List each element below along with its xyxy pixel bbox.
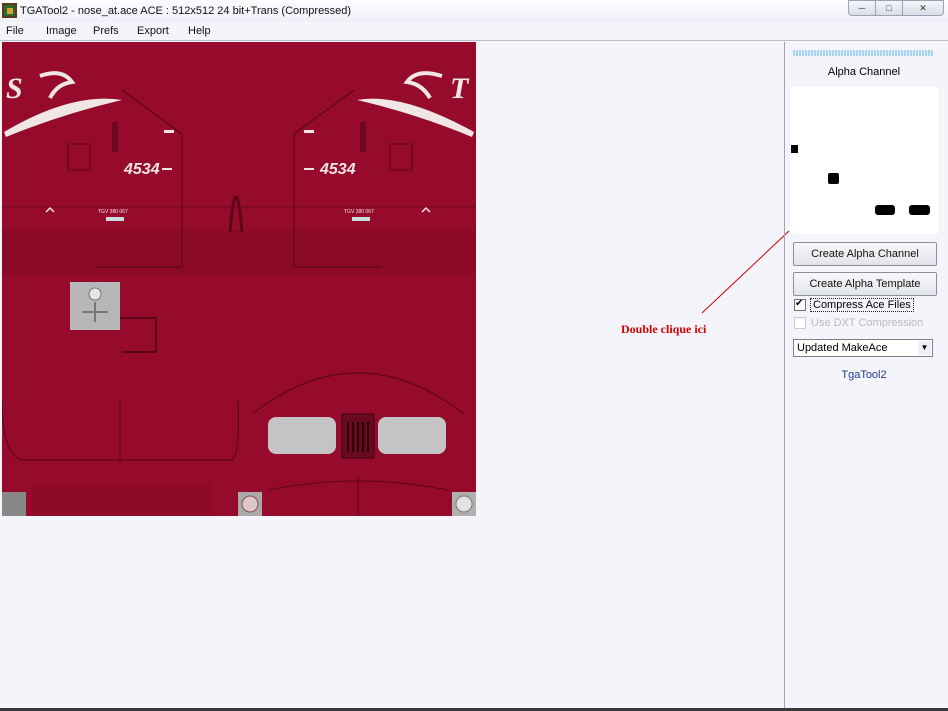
menu-export[interactable]: Export — [137, 25, 169, 37]
minimize-icon[interactable]: ─ — [848, 0, 876, 16]
alpha-blob — [828, 173, 839, 184]
alpha-channel-preview[interactable] — [790, 87, 938, 234]
title-bar: TGATool2 - nose_at.ace ACE : 512x512 24 … — [0, 0, 948, 22]
window-title: TGATool2 - nose_at.ace ACE : 512x512 24 … — [20, 5, 352, 17]
alpha-blob — [875, 205, 895, 215]
texture-small-text-right: TGV 380 067 — [344, 209, 374, 215]
texture-number-right: 4534 — [319, 161, 356, 178]
texture-canvas[interactable]: S T 4534 4534 TGV 380 067 TGV 380 067 — [2, 42, 476, 516]
menu-help[interactable]: Help — [188, 25, 211, 37]
use-dxt-checkbox-row: Use DXT Compression — [794, 316, 923, 330]
alpha-blob — [791, 145, 798, 153]
compress-ace-label[interactable]: Compress Ace Files — [810, 298, 914, 312]
use-dxt-label: Use DXT Compression — [811, 317, 924, 329]
texture-letter-t: T — [450, 72, 470, 105]
compress-ace-checkbox[interactable] — [794, 298, 806, 311]
maximize-icon[interactable]: □ — [875, 0, 903, 16]
annotation-text: Double clique ici — [621, 322, 707, 336]
alpha-channel-title: Alpha Channel — [827, 66, 901, 78]
alpha-blob — [909, 205, 930, 215]
app-name-label: TgaTool2 — [841, 369, 887, 381]
menu-separator — [0, 40, 948, 41]
create-alpha-channel-button[interactable]: Create Alpha Channel — [793, 242, 937, 266]
menu-bar: File Image Prefs Export Help — [0, 22, 948, 40]
texture-number-left: 4534 — [123, 161, 160, 178]
progress-bar — [793, 50, 933, 56]
app-icon — [2, 3, 17, 18]
texture-small-text-left: TGV 380 067 — [98, 209, 128, 215]
converter-select[interactable]: Updated MakeAce ▼ — [793, 339, 933, 357]
menu-prefs[interactable]: Prefs — [93, 25, 119, 37]
menu-image[interactable]: Image — [46, 25, 77, 37]
close-icon[interactable]: ✕ — [902, 0, 944, 16]
chevron-down-icon[interactable]: ▼ — [918, 341, 931, 355]
menu-file[interactable]: File — [6, 25, 24, 37]
panel-divider — [784, 42, 785, 711]
converter-select-value: Updated MakeAce — [797, 342, 888, 354]
texture-letter-s: S — [6, 72, 23, 105]
create-alpha-template-button[interactable]: Create Alpha Template — [793, 272, 937, 296]
use-dxt-checkbox — [794, 317, 806, 329]
compress-ace-checkbox-row[interactable]: Compress Ace Files — [794, 298, 914, 312]
